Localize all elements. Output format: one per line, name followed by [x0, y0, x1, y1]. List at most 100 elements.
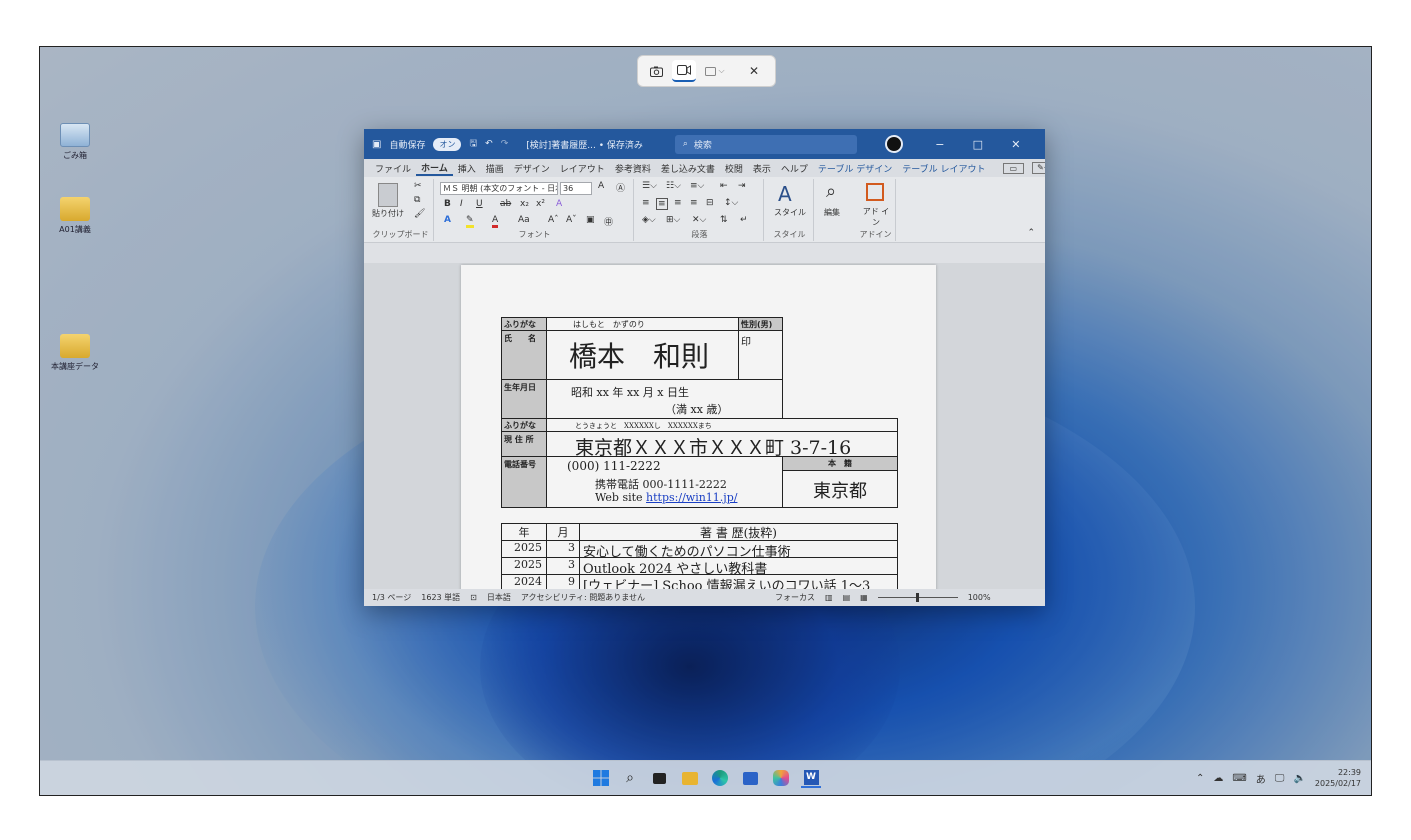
numbering-button[interactable]: ☷⌵	[666, 181, 681, 191]
chevron-up-icon[interactable]: ⌃	[1196, 773, 1204, 784]
enclose-char-button[interactable]: ㊥	[604, 215, 613, 228]
web-layout-icon[interactable]: ▦	[860, 593, 868, 602]
screenshot-mode-button[interactable]	[644, 60, 668, 82]
change-case-button[interactable]: Aa	[518, 215, 530, 225]
birth-cell[interactable]: 昭和 xx 年 xx 月 x 日生 （満 xx 歳）	[546, 379, 783, 419]
underline-button[interactable]: U	[476, 199, 483, 209]
history-row-2-year[interactable]: 2025	[501, 557, 547, 575]
edge-button[interactable]	[710, 768, 730, 788]
autosave-toggle[interactable]: オン	[433, 137, 462, 151]
multilevel-list-button[interactable]: ≡⌵	[690, 181, 704, 191]
history-row-3-year[interactable]: 2024	[501, 574, 547, 589]
history-row-2-title[interactable]: Outlook 2024 やさしい教科書	[579, 557, 898, 575]
tab-layout[interactable]: レイアウト	[555, 162, 610, 175]
font-shrink-button[interactable]: Aˇ	[566, 215, 577, 225]
text-effects-icon[interactable]: A	[556, 199, 562, 209]
font-size-select[interactable]: 36	[560, 182, 592, 195]
zoom-level[interactable]: 100%	[968, 593, 991, 602]
desktop-icon-recycle-bin[interactable]: ごみ箱	[45, 123, 105, 161]
superscript-button[interactable]: x²	[536, 199, 545, 209]
store-button[interactable]	[740, 768, 760, 788]
file-explorer-button[interactable]	[680, 768, 700, 788]
zoom-slider[interactable]	[877, 593, 958, 602]
zoom-thumb[interactable]	[915, 593, 919, 602]
tab-references[interactable]: 参考資料	[610, 162, 656, 175]
decrease-indent-button[interactable]: ⇤	[720, 181, 728, 191]
phone-cell[interactable]: (000) 111-2222 携帯電話 000-1111-2222 Web si…	[546, 456, 783, 508]
editing-mode-icon[interactable]: ✎⌵	[1032, 162, 1045, 174]
language[interactable]: 日本語	[487, 592, 511, 603]
redo-icon[interactable]: ↷	[501, 139, 509, 149]
tab-help[interactable]: ヘルプ	[776, 162, 813, 175]
close-button[interactable]: ✕	[1001, 138, 1031, 151]
address-value[interactable]: 東京都ＸＸＸ市ＸＸＸ町 3-7-16	[546, 431, 898, 457]
tab-mailings[interactable]: 差し込み文書	[656, 162, 720, 175]
align-center-button[interactable]: ≡	[656, 198, 668, 210]
distributed-button[interactable]: ⊟	[706, 198, 714, 208]
accessibility-status[interactable]: アクセシビリティ: 問題ありません	[521, 592, 645, 603]
line-spacing-button[interactable]: ↕⌵	[724, 198, 738, 208]
font-name-select[interactable]: ＭＳ 明朝 (本文のフォント - 日本	[440, 182, 558, 195]
document-page[interactable]: ふりがな はしもと かずのり 性別(男) 氏 名 橋本 和則 印 生年月日 昭和…	[461, 265, 936, 589]
website-link[interactable]: https://win11.jp/	[646, 491, 737, 504]
addins-icon[interactable]	[866, 183, 884, 201]
paste-button[interactable]: 貼り付け	[372, 208, 404, 219]
font-grow-button[interactable]: Aˆ	[548, 215, 559, 225]
asian-layout-button[interactable]: ✕⌵	[692, 215, 706, 225]
align-left-button[interactable]: ≡	[642, 198, 650, 208]
word-count[interactable]: 1623 単語	[421, 592, 460, 603]
shading-button[interactable]: ◈⌵	[642, 215, 656, 225]
ime-indicator[interactable]: あ	[1256, 771, 1266, 786]
align-right-button[interactable]: ≡	[674, 198, 682, 208]
cut-icon[interactable]: ✂	[414, 181, 422, 191]
minimize-button[interactable]: −	[925, 138, 955, 151]
proofing-icon[interactable]: ⊡	[470, 593, 477, 602]
strikethrough-button[interactable]: ab	[500, 199, 511, 209]
borders-button[interactable]: ⊞⌵	[666, 215, 680, 225]
record-mode-button[interactable]	[672, 60, 696, 82]
volume-icon[interactable]: 🔈	[1293, 773, 1305, 784]
text-effects-button[interactable]: A	[444, 215, 451, 225]
save-icon[interactable]: 🖫	[469, 136, 477, 152]
paste-icon[interactable]	[378, 183, 398, 207]
focus-mode-button[interactable]: フォーカス	[775, 592, 815, 603]
furigana-name[interactable]: はしもと かずのり	[546, 317, 739, 331]
undo-icon[interactable]: ↶	[485, 139, 493, 149]
format-painter-icon[interactable]: 🖌	[414, 209, 425, 219]
snip-shape-dropdown[interactable]: ⌵	[700, 60, 730, 82]
print-layout-icon[interactable]: ▤	[843, 593, 851, 602]
honseki-value[interactable]: 東京都	[782, 470, 898, 508]
start-button[interactable]	[591, 768, 611, 788]
comment-icon[interactable]: ▭	[1002, 162, 1025, 174]
addins-button[interactable]: アド イン	[860, 206, 892, 228]
desktop-icon-folder-a01[interactable]: A01講義	[45, 197, 105, 235]
search-box[interactable]: ⌕ 検索	[674, 134, 857, 154]
history-row-1-month[interactable]: 3	[546, 540, 580, 558]
tab-design[interactable]: デザイン	[509, 162, 555, 175]
read-mode-icon[interactable]: ▥	[825, 593, 833, 602]
font-color-button[interactable]: A	[492, 215, 499, 228]
collapse-ribbon-icon[interactable]: ⌃	[1027, 228, 1035, 238]
seal-cell[interactable]: 印	[738, 330, 783, 380]
history-row-3-title[interactable]: [ウェビナー] Schoo 情報漏えいのコワい話 1～3	[579, 574, 898, 589]
history-row-1-title[interactable]: 安心して働くためのパソコン仕事術	[579, 540, 898, 558]
styles-button[interactable]: スタイル	[774, 207, 806, 218]
network-icon[interactable]: 🖵	[1275, 773, 1285, 784]
page-count[interactable]: 1/3 ページ	[372, 592, 411, 603]
show-marks-button[interactable]: ↵	[740, 215, 748, 225]
avatar[interactable]	[884, 135, 903, 153]
clear-format-icon[interactable]: Ⓐ	[616, 181, 625, 194]
char-shading-button[interactable]: ▣	[586, 215, 595, 225]
snip-close-button[interactable]: ✕	[742, 60, 766, 82]
taskbar-search-button[interactable]: ⌕	[620, 768, 640, 788]
word-taskbar-button[interactable]: W	[801, 768, 821, 788]
italic-button[interactable]: I	[460, 199, 463, 209]
bold-button[interactable]: B	[444, 199, 451, 209]
doc-title[interactable]: [検討]著書履歴... • 保存済み	[526, 138, 643, 151]
tab-home[interactable]: ホーム	[416, 161, 453, 176]
history-row-1-year[interactable]: 2025	[501, 540, 547, 558]
desktop-icon-folder-data[interactable]: 本講座データ	[45, 334, 105, 372]
keyboard-icon[interactable]: ⌨	[1232, 773, 1246, 784]
tab-table-design[interactable]: テーブル デザイン	[813, 162, 897, 175]
highlight-button[interactable]: ✎	[466, 215, 474, 228]
